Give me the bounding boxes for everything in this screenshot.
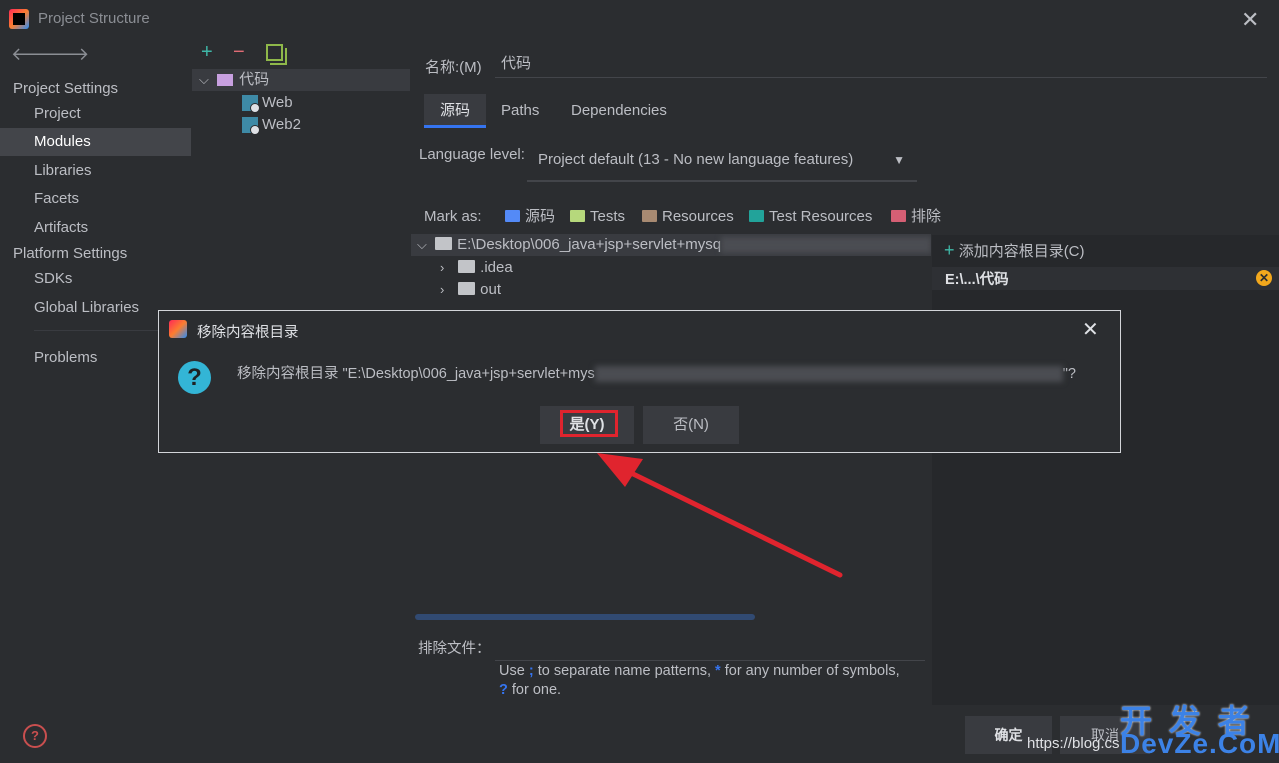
copy-icon[interactable] xyxy=(266,44,283,61)
watermark-en: DevZe.CoM xyxy=(1120,728,1279,759)
redacted-path xyxy=(721,237,931,254)
module-item-label: Web2 xyxy=(262,116,301,133)
mark-as-sources[interactable]: 源码 xyxy=(505,206,555,228)
add-content-root-link[interactable]: + 添加内容根目录(C) xyxy=(944,240,1085,261)
file-tree-root[interactable]: ⌵ E:\Desktop\006_java+jsp+servlet+mysq xyxy=(417,234,931,256)
intellij-logo-icon xyxy=(9,9,29,29)
sidebar-section-platform-settings: Platform Settings xyxy=(13,245,128,262)
file-tree-item-idea[interactable]: › .idea xyxy=(440,257,513,279)
name-label: 名称:(M) xyxy=(425,59,482,76)
file-tree-root-label: E:\Desktop\006_java+jsp+servlet+mysq xyxy=(457,236,722,253)
module-name-input[interactable]: 代码 xyxy=(495,52,1267,78)
sidebar-section-project-settings: Project Settings xyxy=(13,80,119,97)
add-icon[interactable]: + xyxy=(201,41,213,64)
remove-content-root-dialog: 移除内容根目录 ✕ ? 移除内容根目录 "E:\Desktop\006_java… xyxy=(158,310,1121,453)
tests-folder-icon xyxy=(570,210,585,222)
chevron-right-icon[interactable]: › xyxy=(440,257,454,279)
sidebar-item-modules[interactable]: Modules xyxy=(0,128,191,156)
title-bar: Project Structure ✕ xyxy=(0,0,1279,38)
intellij-logo-icon xyxy=(169,320,187,338)
mark-as-test-resources[interactable]: Test Resources xyxy=(749,206,872,228)
tab-dependencies[interactable]: Dependencies xyxy=(555,94,683,128)
chevron-down-icon: ▼ xyxy=(893,153,905,167)
no-button[interactable]: 否(N) xyxy=(643,406,739,444)
exclude-hint: Use ; to separate name patterns, * for a… xyxy=(499,663,900,698)
mark-as-excluded[interactable]: 排除 xyxy=(891,206,941,228)
add-icon: + xyxy=(944,240,955,260)
language-level-label: Language level: xyxy=(419,146,525,163)
module-folder-icon xyxy=(217,74,234,87)
dialog-message: 移除内容根目录 "E:\Desktop\006_java+jsp+servlet… xyxy=(237,366,1076,383)
annotation-arrow xyxy=(597,453,843,578)
tab-sources[interactable]: 源码 xyxy=(424,94,487,128)
mark-as-resources[interactable]: Resources xyxy=(642,206,734,228)
help-icon[interactable]: ? xyxy=(23,724,47,748)
sidebar-item-artifacts[interactable]: Artifacts xyxy=(0,214,191,242)
web-facet-icon xyxy=(242,117,260,136)
exclude-files-input[interactable] xyxy=(495,634,925,661)
sidebar-item-project[interactable]: Project xyxy=(0,100,191,128)
window-title: Project Structure xyxy=(38,10,150,27)
sidebar-item-sdks[interactable]: SDKs xyxy=(0,265,191,293)
remove-icon[interactable]: − xyxy=(233,41,245,64)
test-resources-folder-icon xyxy=(749,210,764,222)
resources-folder-icon xyxy=(642,210,657,222)
excluded-folder-icon xyxy=(891,210,906,222)
sources-folder-icon xyxy=(505,210,520,222)
annotation-highlight xyxy=(560,410,618,437)
module-item-label: Web xyxy=(262,94,293,111)
folder-icon xyxy=(458,282,476,295)
sidebar-item-facets[interactable]: Facets xyxy=(0,185,191,213)
module-root-label: 代码 xyxy=(239,71,270,88)
exclude-files-label: 排除文件： xyxy=(418,641,491,657)
forward-arrow-icon[interactable]: 🡒 xyxy=(41,44,89,65)
folder-icon xyxy=(458,260,476,273)
dialog-title: 移除内容根目录 xyxy=(197,325,299,341)
question-icon: ? xyxy=(178,361,211,394)
language-level-dropdown[interactable]: Project default (13 - No new language fe… xyxy=(527,142,917,182)
content-root-path: E:\...\代码 xyxy=(945,272,1009,288)
content-roots-panel xyxy=(932,235,1279,705)
folder-icon xyxy=(435,237,453,250)
module-tree-root[interactable]: ⌵ 代码 xyxy=(199,69,269,91)
redacted-path xyxy=(594,366,1063,383)
dialog-title-bar: 移除内容根目录 ✕ xyxy=(159,311,1120,348)
mark-as-label: Mark as: xyxy=(424,208,482,225)
language-level-value: Project default (13 - No new language fe… xyxy=(538,151,854,168)
chevron-right-icon[interactable]: › xyxy=(440,279,454,301)
chevron-down-icon[interactable]: ⌵ xyxy=(417,234,431,256)
file-tree-item-out[interactable]: › out xyxy=(440,279,501,301)
sidebar-item-libraries[interactable]: Libraries xyxy=(0,157,191,185)
horizontal-scrollbar[interactable] xyxy=(415,614,755,620)
blog-url: https://blog.cs xyxy=(1027,735,1120,752)
dialog-close-icon[interactable]: ✕ xyxy=(1082,317,1099,342)
web-facet-icon xyxy=(242,95,260,114)
remove-content-root-icon[interactable]: ✕ xyxy=(1256,270,1272,286)
module-tree-item-web[interactable]: Web xyxy=(242,92,293,114)
module-tree-item-web2[interactable]: Web2 xyxy=(242,114,301,136)
tab-paths[interactable]: Paths xyxy=(485,94,555,128)
yes-button[interactable]: 是(Y) xyxy=(540,406,634,444)
close-icon[interactable]: ✕ xyxy=(1241,7,1259,33)
chevron-down-icon[interactable]: ⌵ xyxy=(199,69,213,91)
mark-as-tests[interactable]: Tests xyxy=(570,206,625,228)
